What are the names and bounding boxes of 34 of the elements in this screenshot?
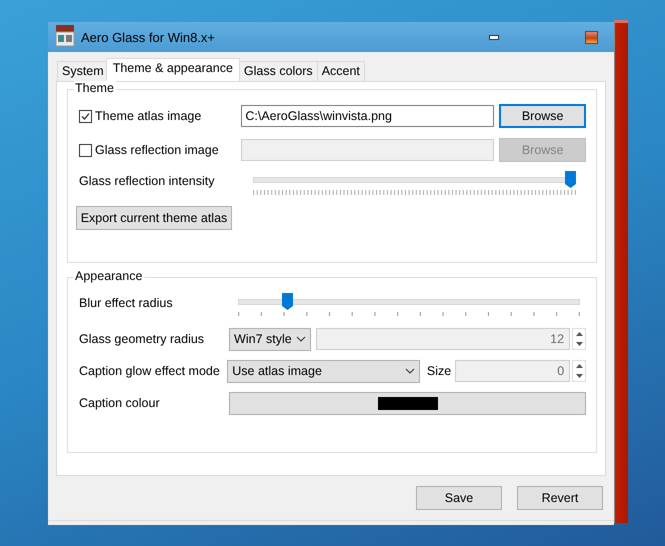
browse-button[interactable]: Browse xyxy=(499,104,586,128)
chevron-icon xyxy=(296,336,306,342)
close-button[interactable] xyxy=(585,30,598,44)
group-title: Theme xyxy=(74,81,116,95)
dropdown[interactable]: Win7 style xyxy=(229,328,311,350)
spinner[interactable] xyxy=(572,328,586,350)
field-label: Caption glow effect mode xyxy=(79,364,221,378)
checkbox-label: Glass reflection image xyxy=(95,143,219,157)
footer-button[interactable]: Save xyxy=(416,486,502,510)
field-label: Caption colour xyxy=(79,396,161,410)
slider-label: Blur effect radius xyxy=(79,296,174,310)
spinner[interactable] xyxy=(572,360,586,382)
dropdown[interactable]: Use atlas image xyxy=(227,360,420,382)
footer-button[interactable]: Revert xyxy=(517,486,603,510)
field-label: Size xyxy=(426,364,452,378)
tab[interactable]: Theme & appearance xyxy=(106,58,240,81)
slider-thumb[interactable] xyxy=(282,293,294,310)
export-button[interactable]: Export current theme atlas xyxy=(76,206,232,230)
tab[interactable]: Accent xyxy=(316,61,365,81)
tab[interactable]: System xyxy=(57,61,109,81)
checkbox-label: Theme atlas image xyxy=(95,109,202,123)
chevron-icon xyxy=(404,368,415,374)
number-field[interactable]: 12 xyxy=(316,328,570,350)
window-title: Aero Glass for Win8.x+ xyxy=(81,30,216,44)
slider-label: Glass reflection intensity xyxy=(79,174,216,188)
field-label: Glass geometry radius xyxy=(79,332,206,346)
number-field[interactable]: 0 xyxy=(455,360,570,382)
path-field[interactable]: C:\AeroGlass\winvista.png xyxy=(241,105,494,127)
checkbox[interactable] xyxy=(79,110,92,122)
slider-thumb[interactable] xyxy=(565,171,576,188)
group-title: Appearance xyxy=(74,269,144,283)
app-icon xyxy=(55,25,75,49)
minimize-button[interactable] xyxy=(489,34,499,40)
colour-button[interactable] xyxy=(229,392,586,414)
